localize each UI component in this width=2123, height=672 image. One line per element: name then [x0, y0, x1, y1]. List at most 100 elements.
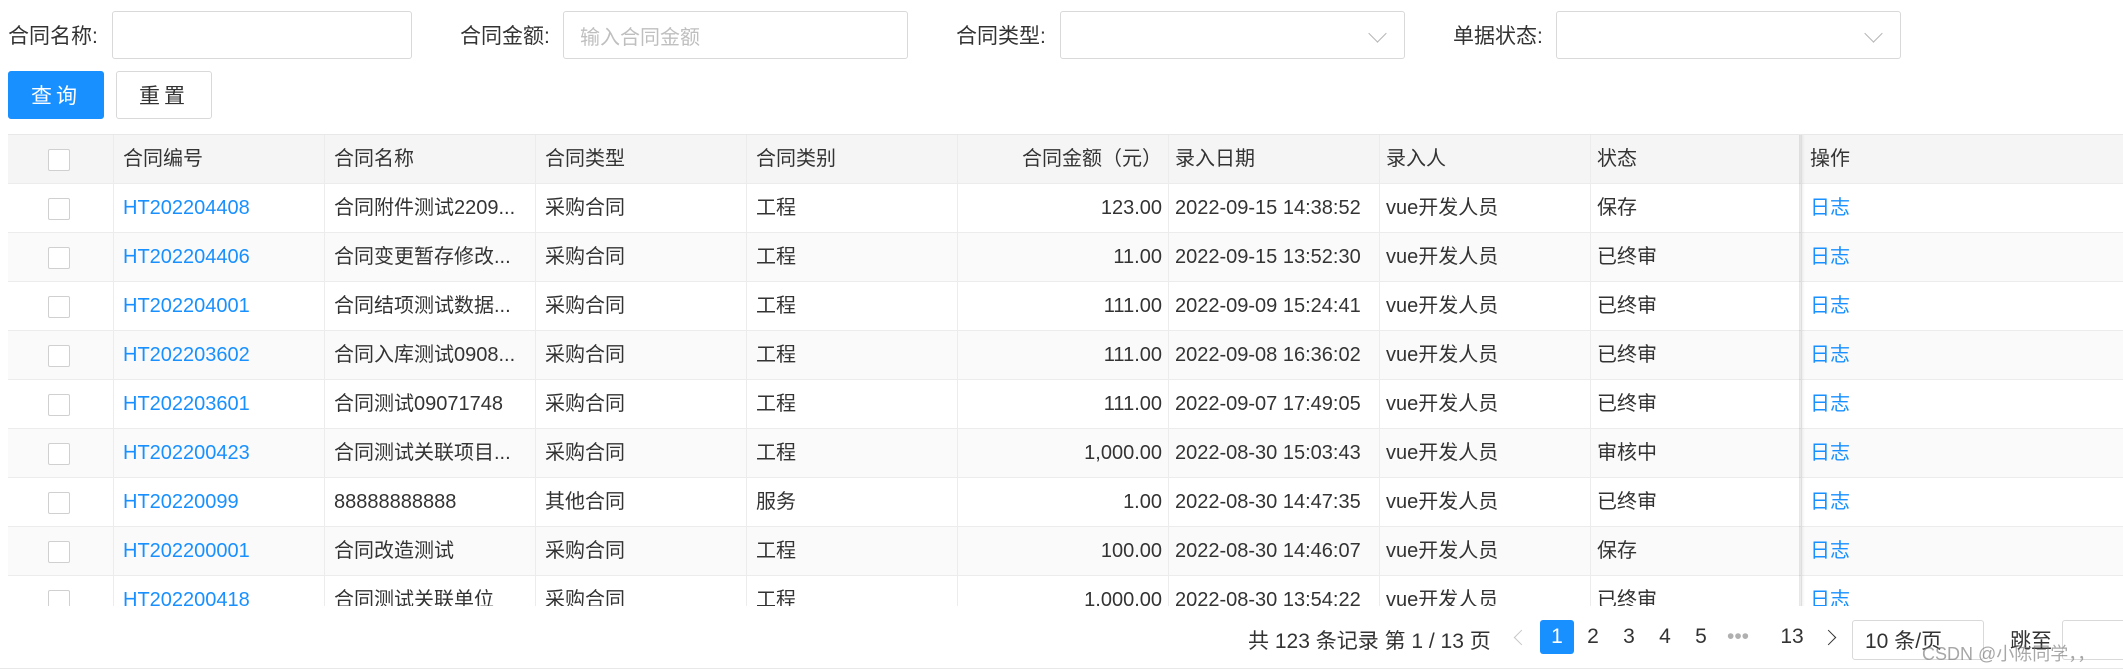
row-checkbox[interactable]: [48, 394, 70, 416]
row-select-cell: [8, 331, 114, 380]
cell-contract-code[interactable]: HT202203602: [114, 331, 325, 380]
cell-entry-date: 2022-08-30 14:47:35: [1169, 478, 1380, 527]
col-contract-category[interactable]: 合同类别: [747, 135, 958, 184]
cell-contract-category: 工程: [747, 380, 958, 429]
table-row[interactable]: HT202204406 合同变更暂存修改... 采购合同 工程 11.00 2022-09…: [8, 233, 2123, 282]
row-select-cell: [8, 527, 114, 576]
next-page-icon[interactable]: [1820, 629, 1837, 646]
table-row[interactable]: HT20220099 88888888888 其他合同 服务 1.00 2022-08-3…: [8, 478, 2123, 527]
col-creator[interactable]: 录入人: [1380, 135, 1591, 184]
row-checkbox[interactable]: [48, 198, 70, 220]
row-checkbox[interactable]: [48, 590, 70, 606]
row-checkbox[interactable]: [48, 443, 70, 465]
log-link[interactable]: 日志: [1802, 527, 2123, 576]
table-row[interactable]: HT202200423 合同测试关联项目... 采购合同 工程 1,000.00 2022…: [8, 429, 2123, 478]
prev-page-icon[interactable]: [1513, 629, 1530, 646]
cell-entry-date: 2022-08-30 14:46:07: [1169, 527, 1380, 576]
table-row[interactable]: HT202203601 合同测试09071748 采购合同 工程 111.00 2022-…: [8, 380, 2123, 429]
row-checkbox[interactable]: [48, 247, 70, 269]
row-checkbox[interactable]: [48, 296, 70, 318]
contract-amount-label: 合同金额:: [460, 25, 550, 48]
page-5-button[interactable]: 5: [1684, 620, 1718, 654]
table-row[interactable]: HT202200001 合同改造测试 采购合同 工程 100.00 2022-08-30 …: [8, 527, 2123, 576]
contract-table: 合同编号 合同名称 合同类型 合同类别 合同金额（元） 录入日期 录入人 状态 …: [8, 134, 2123, 606]
cell-creator: vue开发人员: [1380, 527, 1591, 576]
log-link[interactable]: 日志: [1802, 282, 2123, 331]
doc-status-label: 单据状态:: [1453, 25, 1543, 48]
doc-status-field: 单据状态:: [1453, 11, 1543, 59]
contract-name-field: 合同名称:: [8, 11, 98, 59]
contract-amount-input[interactable]: 输入合同金额: [563, 11, 908, 59]
table-row[interactable]: HT202203602 合同入库测试0908... 采购合同 工程 111.00 2022…: [8, 331, 2123, 380]
contract-type-select[interactable]: [1060, 11, 1405, 59]
page-2-button[interactable]: 2: [1576, 620, 1610, 654]
cell-creator: vue开发人员: [1380, 429, 1591, 478]
log-link[interactable]: 日志: [1802, 429, 2123, 478]
row-checkbox[interactable]: [48, 492, 70, 514]
cell-entry-date: 2022-09-09 15:24:41: [1169, 282, 1380, 331]
query-button[interactable]: 查询: [8, 71, 104, 119]
contract-name-input[interactable]: [112, 11, 412, 59]
cell-contract-code[interactable]: HT20220099: [114, 478, 325, 527]
col-contract-type[interactable]: 合同类型: [536, 135, 747, 184]
row-select-cell: [8, 380, 114, 429]
col-status[interactable]: 状态: [1591, 135, 1802, 184]
select-all-checkbox[interactable]: [48, 149, 70, 171]
table-row[interactable]: HT202204001 合同结项测试数据... 采购合同 工程 111.00 2022-0…: [8, 282, 2123, 331]
cell-contract-name: 合同结项测试数据...: [325, 282, 536, 331]
log-link[interactable]: 日志: [1802, 380, 2123, 429]
col-contract-name[interactable]: 合同名称: [325, 135, 536, 184]
cell-contract-code[interactable]: HT202200418: [114, 576, 325, 606]
cell-contract-category: 工程: [747, 331, 958, 380]
log-link[interactable]: 日志: [1802, 478, 2123, 527]
cell-contract-name: 合同附件测试2209...: [325, 184, 536, 233]
log-link[interactable]: 日志: [1802, 184, 2123, 233]
cell-contract-code[interactable]: HT202204406: [114, 233, 325, 282]
table-row[interactable]: HT202204408 合同附件测试2209... 采购合同 工程 123.00 2022…: [8, 184, 2123, 233]
page-1-button[interactable]: 1: [1540, 620, 1574, 654]
cell-status: 已终审: [1591, 380, 1802, 429]
cell-status: 保存: [1591, 527, 1802, 576]
cell-contract-code[interactable]: HT202204001: [114, 282, 325, 331]
log-link[interactable]: 日志: [1802, 331, 2123, 380]
cell-contract-type: 其他合同: [536, 478, 747, 527]
page-13-button[interactable]: 13: [1775, 620, 1809, 654]
cell-creator: vue开发人员: [1380, 478, 1591, 527]
row-select-cell: [8, 282, 114, 331]
doc-status-select[interactable]: [1556, 11, 1901, 59]
cell-contract-amount: 1.00: [958, 478, 1169, 527]
col-entry-date[interactable]: 录入日期: [1169, 135, 1380, 184]
cell-entry-date: 2022-08-30 13:54:22: [1169, 576, 1380, 606]
cell-creator: vue开发人员: [1380, 380, 1591, 429]
cell-contract-code[interactable]: HT202200001: [114, 527, 325, 576]
log-link[interactable]: 日志: [1802, 233, 2123, 282]
row-checkbox[interactable]: [48, 541, 70, 563]
cell-contract-type: 采购合同: [536, 184, 747, 233]
cell-creator: vue开发人员: [1380, 233, 1591, 282]
cell-contract-type: 采购合同: [536, 429, 747, 478]
cell-status: 已终审: [1591, 576, 1802, 606]
table-row[interactable]: HT202200418 合同测试关联单位 采购合同 工程 1,000.00 2022-08…: [8, 576, 2123, 606]
cell-contract-category: 工程: [747, 527, 958, 576]
row-checkbox[interactable]: [48, 345, 70, 367]
contract-type-field: 合同类型:: [956, 11, 1046, 59]
cell-contract-name: 合同入库测试0908...: [325, 331, 536, 380]
page-3-button[interactable]: 3: [1612, 620, 1646, 654]
contract-amount-field: 合同金额:: [460, 11, 550, 59]
page-ellipsis[interactable]: •••: [1721, 620, 1755, 654]
chevron-down-icon: [1368, 24, 1387, 43]
page-4-button[interactable]: 4: [1648, 620, 1682, 654]
col-contract-amount[interactable]: 合同金额（元）: [958, 135, 1169, 184]
search-bar: 合同名称: 合同金额: 输入合同金额 合同类型: 单据状态:: [0, 0, 2123, 66]
table-header: 合同编号 合同名称 合同类型 合同类别 合同金额（元） 录入日期 录入人 状态 …: [8, 135, 2123, 184]
cell-creator: vue开发人员: [1380, 282, 1591, 331]
cell-contract-category: 服务: [747, 478, 958, 527]
col-contract-code[interactable]: 合同编号: [114, 135, 325, 184]
cell-contract-code[interactable]: HT202200423: [114, 429, 325, 478]
log-link[interactable]: 日志: [1802, 576, 2123, 606]
cell-contract-type: 采购合同: [536, 527, 747, 576]
reset-button[interactable]: 重置: [116, 71, 212, 119]
cell-contract-code[interactable]: HT202203601: [114, 380, 325, 429]
cell-contract-category: 工程: [747, 233, 958, 282]
cell-contract-code[interactable]: HT202204408: [114, 184, 325, 233]
